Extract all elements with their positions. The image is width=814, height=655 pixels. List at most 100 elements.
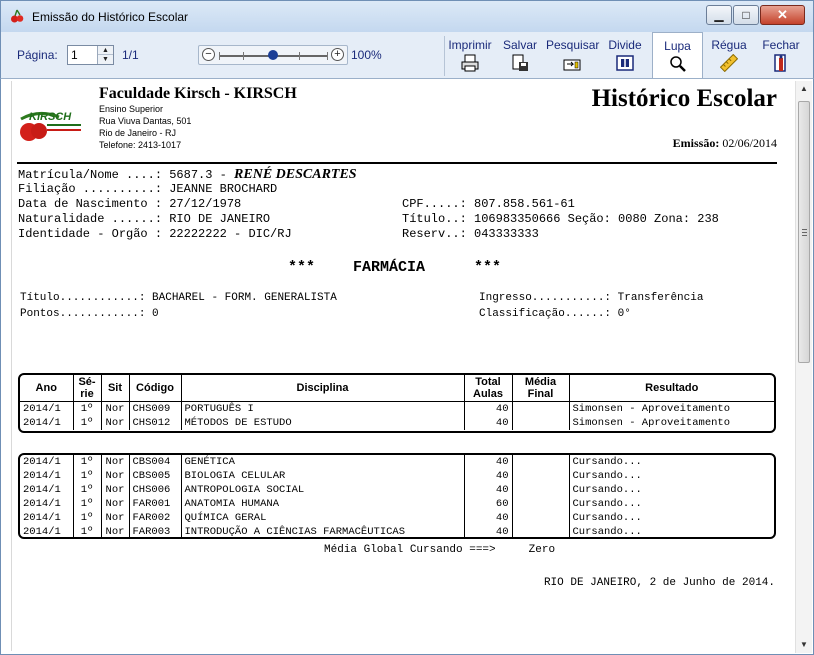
zoom-value: 100% <box>351 48 382 62</box>
identidade-row: Identidade - Orgão : 22222222 - DIC/RJ <box>18 227 292 241</box>
zoom-out-icon[interactable]: − <box>202 48 215 61</box>
maximize-icon: □ <box>742 8 750 22</box>
cell-aulas: 40 <box>464 455 513 469</box>
cell-aulas: 40 <box>464 483 513 497</box>
course-stars-right: *** <box>474 259 502 276</box>
cell-serie: 1º <box>73 525 102 537</box>
cell-ano: 2014/1 <box>20 511 74 525</box>
table-row: 2014/1 1º Nor CHS006 ANTROPOLOGIA SOCIAL 40 Cu… <box>20 483 774 497</box>
cell-media <box>512 415 570 430</box>
cell-codigo: CBS005 <box>129 469 182 483</box>
cell-serie: 1º <box>73 497 102 511</box>
magnifier-label: Lupa <box>664 39 691 53</box>
pontos-label: Pontos............: <box>20 308 146 320</box>
filiacao-row: Filiação ..........: JEANNE BROCHARD <box>18 182 277 196</box>
zoom-tick <box>219 52 220 60</box>
cell-ano: 2014/1 <box>20 497 74 511</box>
cell-sit: Nor <box>101 401 130 416</box>
nascimento-value: 27/12/1978 <box>169 197 242 211</box>
identidade-value: 22222222 - DIC/RJ <box>169 227 292 241</box>
cell-disciplina: MÉTODOS DE ESTUDO <box>181 415 465 430</box>
print-button[interactable]: Imprimir <box>445 32 495 78</box>
cell-codigo: CHS009 <box>129 401 182 416</box>
cell-codigo: CHS012 <box>129 415 182 430</box>
search-label: Pesquisar <box>546 38 600 52</box>
spin-down-icon[interactable]: ▼ <box>98 55 113 64</box>
cell-codigo: FAR002 <box>129 511 182 525</box>
divide-label: Divide <box>608 38 642 52</box>
matricula-value: 5687.3 - <box>169 168 227 182</box>
naturalidade-value: RIO DE JANEIRO <box>169 212 271 226</box>
issue-date-label: Emissão: <box>672 136 720 150</box>
close-button[interactable]: ✕ <box>760 5 805 25</box>
scroll-thumb[interactable] <box>798 101 810 363</box>
table-row: 2014/1 1º Nor CHS012 MÉTODOS DE ESTUDO 40 Simo… <box>20 415 774 430</box>
cell-serie: 1º <box>73 483 102 497</box>
cell-media <box>512 455 570 469</box>
header-serie: Sé- rie <box>73 375 102 402</box>
save-document-icon <box>512 54 528 71</box>
zoom-tick <box>327 52 328 60</box>
cell-aulas: 40 <box>464 511 513 525</box>
header-total-aulas: Total Aulas <box>464 375 513 402</box>
save-label: Salvar <box>502 38 537 52</box>
titulo-eleitor-label: Título..: <box>402 212 467 226</box>
close-report-button[interactable]: Fechar <box>757 32 805 78</box>
cell-aulas: 60 <box>464 497 513 511</box>
print-label: Imprimir <box>448 38 492 52</box>
window-title: Emissão do Histórico Escolar <box>32 10 189 24</box>
media-global-label: Média Global Cursando ===> <box>324 544 496 556</box>
cell-resultado: Cursando... <box>572 470 642 482</box>
cell-aulas: 40 <box>464 401 513 416</box>
cell-disciplina: PORTUGUÊS I <box>181 401 465 416</box>
report-viewer[interactable]: KIRSCH Faculdade Kirsch - KIRSCH Ensino … <box>0 79 814 655</box>
student-name: RENÉ DESCARTES <box>234 167 357 182</box>
naturalidade-row: Naturalidade ......: RIO DE JANEIRO <box>18 212 270 226</box>
vertical-scrollbar[interactable]: ▲ ▼ <box>795 81 812 653</box>
titulo-academico-row: Título............: BACHAREL - FORM. GEN… <box>20 292 337 304</box>
title-bar: Emissão do Histórico Escolar ▁ □ ✕ <box>0 0 814 32</box>
filiacao-label: Filiação ..........: <box>18 182 163 196</box>
page-spinner[interactable]: ▲ ▼ <box>97 46 113 64</box>
current-subjects-table: 2014/1 1º Nor CBS004 GENÉTICA 40 Cursando... 20… <box>18 453 776 539</box>
table-row: 2014/1 1º Nor FAR001 ANATOMIA HUMANA 60 Cursan… <box>20 497 774 511</box>
cpf-row: CPF.....: 807.858.561-61 <box>402 197 575 211</box>
save-button[interactable]: Salvar <box>497 32 543 78</box>
minimize-button[interactable]: ▁ <box>706 5 732 25</box>
scroll-up-icon[interactable]: ▲ <box>796 81 812 97</box>
zoom-thumb[interactable] <box>268 50 278 60</box>
maximize-button[interactable]: □ <box>733 5 759 25</box>
cherry-app-icon <box>11 9 24 23</box>
zoom-slider[interactable]: − + <box>198 45 348 65</box>
classificacao-value: 0° <box>617 308 631 320</box>
search-button[interactable]: Pesquisar <box>546 32 600 78</box>
cell-resultado: Cursando... <box>572 498 642 510</box>
scroll-down-icon[interactable]: ▼ <box>796 637 812 653</box>
classificacao-row: Classificação......: 0° <box>479 308 631 320</box>
cell-ano: 2014/1 <box>20 401 74 416</box>
pontos-row: Pontos............: 0 <box>20 308 159 320</box>
cell-resultado: Simonsen - Aproveitamento <box>572 416 731 429</box>
filiacao-value: JEANNE BROCHARD <box>169 182 278 196</box>
search-pointer-icon <box>563 59 581 71</box>
institution-line: Telefone: 2413-1017 <box>99 140 182 150</box>
cell-sit: Nor <box>101 415 130 430</box>
cell-media <box>512 525 570 537</box>
cell-resultado: Simonsen - Aproveitamento <box>572 402 731 415</box>
institution-logo: KIRSCH <box>20 111 81 141</box>
zoom-in-icon[interactable]: + <box>331 48 344 61</box>
header-sit: Sit <box>101 375 130 402</box>
zoom-tick <box>299 52 300 60</box>
cell-disciplina: INTRODUÇÃO A CIÊNCIAS FARMACÊUTICAS <box>181 525 465 537</box>
ruler-button[interactable]: Régua <box>706 32 752 78</box>
spin-up-icon[interactable]: ▲ <box>98 46 113 55</box>
ruler-label: Régua <box>711 38 747 52</box>
cell-disciplina: BIOLOGIA CELULAR <box>181 469 465 483</box>
cell-aulas: 40 <box>464 415 513 430</box>
divide-button[interactable]: Divide <box>601 32 649 78</box>
matricula-label: Matrícula/Nome ....: <box>18 168 163 182</box>
magnifier-button[interactable]: Lupa <box>652 32 703 78</box>
media-global-row: Média Global Cursando ===> Zero <box>324 544 555 556</box>
magnifier-icon <box>669 56 686 72</box>
cell-ano: 2014/1 <box>20 469 74 483</box>
